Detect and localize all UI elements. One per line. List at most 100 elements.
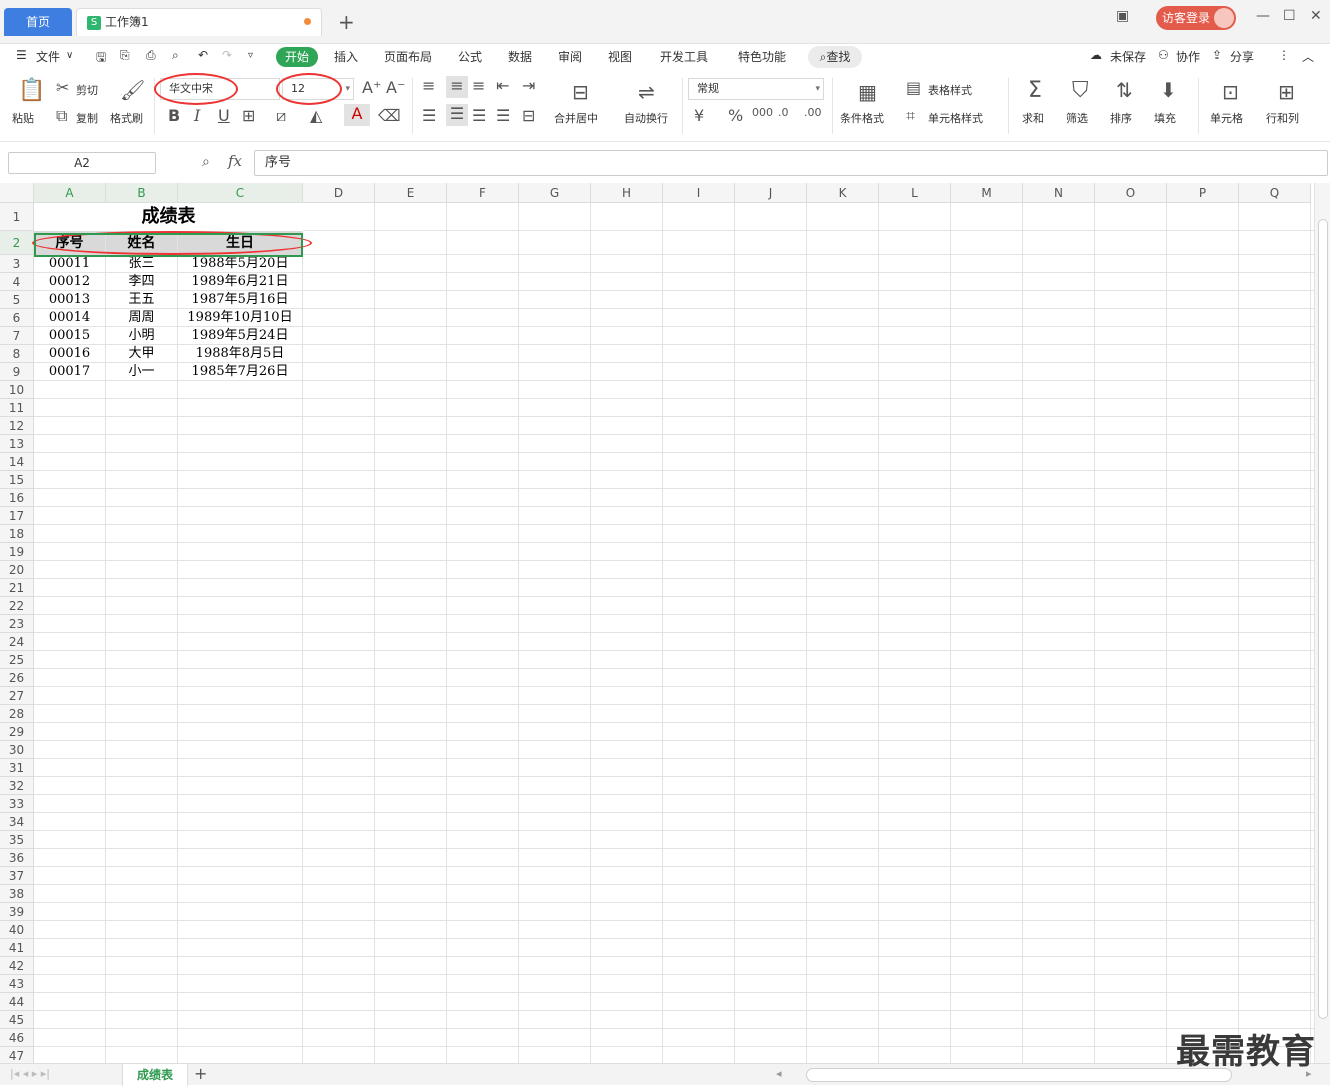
hamburger-icon[interactable]: ☰ bbox=[16, 48, 27, 62]
row-header[interactable]: 10 bbox=[0, 381, 34, 399]
table-cell[interactable]: 小明 bbox=[106, 327, 177, 345]
tab-review[interactable]: 审阅 bbox=[558, 48, 582, 65]
row-header[interactable]: 29 bbox=[0, 723, 34, 741]
distributed-icon[interactable]: ⊟ bbox=[522, 106, 535, 125]
format-painter-icon[interactable]: 🖌 bbox=[120, 78, 145, 102]
justify-icon[interactable]: ☰ bbox=[496, 106, 510, 125]
row-header[interactable]: 42 bbox=[0, 957, 34, 975]
more-icon[interactable]: ⋮ bbox=[1278, 48, 1290, 62]
column-header-a[interactable]: A bbox=[34, 183, 106, 203]
document-tab[interactable]: S 工作簿1 bbox=[76, 8, 322, 36]
cut-button[interactable]: 剪切 bbox=[76, 82, 98, 98]
filter-button[interactable]: 筛选 bbox=[1066, 110, 1088, 126]
increase-decimal-icon[interactable]: .0 bbox=[778, 106, 789, 119]
row-header[interactable]: 26 bbox=[0, 669, 34, 687]
paste-icon[interactable]: 📋 bbox=[18, 78, 45, 103]
row-header[interactable]: 27 bbox=[0, 687, 34, 705]
minimize-icon[interactable]: — bbox=[1256, 8, 1270, 24]
column-header-o[interactable]: O bbox=[1095, 183, 1167, 203]
number-format-select[interactable]: 常规 ▾ bbox=[688, 78, 824, 100]
sum-button[interactable]: 求和 bbox=[1022, 110, 1044, 126]
print-preview-icon[interactable]: ⌕ bbox=[172, 48, 179, 63]
column-header-c[interactable]: C bbox=[178, 183, 303, 203]
conditional-format-button[interactable]: 条件格式 bbox=[840, 110, 884, 126]
row-header[interactable]: 37 bbox=[0, 867, 34, 885]
row-header[interactable]: 30 bbox=[0, 741, 34, 759]
align-center-icon[interactable]: ☰ bbox=[446, 104, 468, 126]
align-top-icon[interactable]: ≡ bbox=[422, 76, 435, 95]
sort-icon[interactable]: ⇅ bbox=[1116, 78, 1133, 102]
rows-cols-button[interactable]: 行和列 bbox=[1266, 110, 1299, 126]
column-header-n[interactable]: N bbox=[1023, 183, 1095, 203]
column-header-m[interactable]: M bbox=[951, 183, 1023, 203]
column-header-j[interactable]: J bbox=[735, 183, 807, 203]
row-header[interactable]: 11 bbox=[0, 399, 34, 417]
sort-button[interactable]: 排序 bbox=[1110, 110, 1132, 126]
share-button[interactable]: 分享 bbox=[1230, 48, 1254, 65]
wrap-text-icon[interactable]: ⇌ bbox=[638, 80, 655, 104]
row-header[interactable]: 47 bbox=[0, 1047, 34, 1063]
save-icon[interactable]: 🖫 bbox=[96, 48, 106, 69]
table-cell[interactable]: 王五 bbox=[106, 291, 177, 309]
row-header[interactable]: 28 bbox=[0, 705, 34, 723]
column-header-i[interactable]: I bbox=[663, 183, 735, 203]
redo-icon[interactable]: ↷ bbox=[222, 48, 232, 62]
row-header[interactable]: 45 bbox=[0, 1011, 34, 1029]
menu-file[interactable]: 文件 bbox=[36, 48, 60, 65]
row-header[interactable]: 5 bbox=[0, 291, 34, 309]
table-cell[interactable]: 小一 bbox=[106, 363, 177, 381]
row-header[interactable]: 13 bbox=[0, 435, 34, 453]
sum-icon[interactable]: Σ bbox=[1028, 78, 1042, 103]
merge-center-icon[interactable]: ⊟ bbox=[572, 80, 589, 104]
scrollbar-thumb[interactable] bbox=[1318, 219, 1328, 1019]
collapse-ribbon-icon[interactable]: ︿ bbox=[1302, 48, 1314, 65]
currency-icon[interactable]: ¥ bbox=[694, 106, 704, 125]
row-header[interactable]: 43 bbox=[0, 975, 34, 993]
close-icon[interactable]: ✕ bbox=[1310, 8, 1322, 24]
row-header[interactable]: 16 bbox=[0, 489, 34, 507]
row-header[interactable]: 7 bbox=[0, 327, 34, 345]
column-header-f[interactable]: F bbox=[447, 183, 519, 203]
table-cell[interactable]: 周周 bbox=[106, 309, 177, 327]
font-color-icon[interactable]: A bbox=[344, 104, 370, 126]
cut-icon[interactable]: ✂ bbox=[56, 78, 69, 97]
tab-formulas[interactable]: 公式 bbox=[458, 48, 482, 65]
formula-input[interactable]: 序号 bbox=[254, 150, 1328, 176]
decrease-font-icon[interactable]: A⁻ bbox=[386, 78, 405, 97]
table-cell[interactable]: 00014 bbox=[34, 309, 105, 327]
add-sheet-icon[interactable]: + bbox=[194, 1064, 207, 1083]
indent-increase-icon[interactable]: ⇥ bbox=[522, 76, 535, 95]
table-cell[interactable]: 1987年5月16日 bbox=[178, 291, 302, 309]
row-header[interactable]: 9 bbox=[0, 363, 34, 381]
row-header[interactable]: 2 bbox=[0, 231, 34, 255]
search-button[interactable]: ⌕查找 bbox=[808, 46, 862, 68]
table-cell[interactable]: 1989年5月24日 bbox=[178, 327, 302, 345]
undo-icon[interactable]: ↶ bbox=[198, 48, 208, 62]
row-header[interactable]: 4 bbox=[0, 273, 34, 291]
row-header[interactable]: 39 bbox=[0, 903, 34, 921]
row-header[interactable]: 34 bbox=[0, 813, 34, 831]
border-icon[interactable]: ⊞ bbox=[242, 106, 255, 125]
horizontal-scrollbar[interactable] bbox=[806, 1068, 1232, 1082]
row-header[interactable]: 17 bbox=[0, 507, 34, 525]
cells-icon[interactable]: ⊡ bbox=[1222, 80, 1239, 104]
unsaved-status[interactable]: 未保存 bbox=[1110, 48, 1146, 65]
column-header-l[interactable]: L bbox=[879, 183, 951, 203]
tab-insert[interactable]: 插入 bbox=[334, 48, 358, 65]
italic-icon[interactable]: I bbox=[194, 106, 200, 125]
column-header-g[interactable]: G bbox=[519, 183, 591, 203]
table-cell[interactable]: 00016 bbox=[34, 345, 105, 363]
row-header[interactable]: 8 bbox=[0, 345, 34, 363]
guest-login-button[interactable]: 访客登录 bbox=[1156, 6, 1236, 30]
row-header[interactable]: 19 bbox=[0, 543, 34, 561]
spreadsheet-grid[interactable]: ABCDEFGHIJKLMNOPQ 1 2 3 4 5 6 7 8 9 10 11 12 13 14 15 1… bbox=[0, 183, 1314, 1063]
row-header[interactable]: 21 bbox=[0, 579, 34, 597]
wrap-text-button[interactable]: 自动换行 bbox=[624, 110, 668, 126]
table-cell[interactable]: 00011 bbox=[34, 255, 105, 273]
row-header[interactable]: 33 bbox=[0, 795, 34, 813]
bold-icon[interactable]: B bbox=[168, 106, 180, 125]
align-left-icon[interactable]: ☰ bbox=[422, 106, 436, 125]
scroll-left-icon[interactable]: ◂ bbox=[776, 1067, 782, 1080]
table-cell[interactable]: 1989年6月21日 bbox=[178, 273, 302, 291]
merge-center-button[interactable]: 合并居中 bbox=[554, 110, 598, 126]
